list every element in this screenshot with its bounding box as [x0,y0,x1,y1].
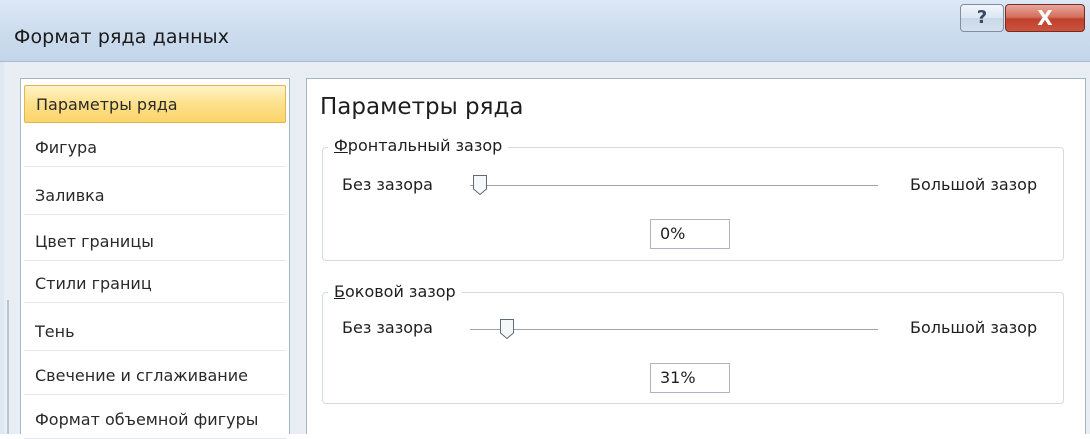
nav-item-label: Стили границ [35,274,152,293]
nav-item-shape[interactable]: Фигура [24,129,286,167]
help-button[interactable]: ? [960,4,1004,32]
nav-item-3d-format[interactable]: Формат объемной фигуры [24,401,286,439]
side-gap-min-label: Без зазора [342,318,433,337]
help-icon: ? [976,7,988,28]
front-gap-max-label: Большой зазор [910,175,1038,194]
nav-item-label: Тень [35,322,75,341]
side-gap-label-text: оковой зазор [344,282,456,301]
side-gap-max-label: Большой зазор [910,318,1038,337]
nav-item-label: Заливка [35,186,105,205]
nav-item-border-styles[interactable]: Стили границ [24,265,286,303]
nav-item-label: Свечение и сглаживание [35,366,248,385]
front-gap-mnemonic: Ф [334,136,348,155]
close-button[interactable]: X [1005,4,1085,32]
window-edge-line [7,300,9,434]
nav-item-label: Формат объемной фигуры [35,410,259,429]
title-bar: Формат ряда данных ? X [0,0,1090,62]
close-icon: X [1037,6,1053,30]
front-gap-min-label: Без зазора [342,175,433,194]
nav-item-label: Параметры ряда [36,95,178,114]
nav-item-border-color[interactable]: Цвет границы [24,223,286,261]
nav-item-fill[interactable]: Заливка [24,177,286,215]
side-gap-label: Боковой зазор [328,282,462,302]
front-gap-label: Фронтальный зазор [328,136,509,156]
nav-item-series-options[interactable]: Параметры ряда [24,85,286,123]
side-gap-slider-thumb[interactable] [499,318,515,340]
front-gap-slider-thumb[interactable] [472,174,488,196]
window-title: Формат ряда данных [14,26,230,48]
nav-item-shadow[interactable]: Тень [24,313,286,351]
nav-item-glow-soft-edges[interactable]: Свечение и сглаживание [24,357,286,395]
panel-title: Параметры ряда [320,94,524,120]
side-gap-value-input[interactable]: 31% [650,363,730,393]
nav-item-label: Цвет границы [35,232,154,251]
front-gap-value-input[interactable]: 0% [650,219,730,249]
front-gap-label-text: ронтальный зазор [347,136,503,155]
side-gap-mnemonic: Б [334,282,345,301]
category-list: Параметры ряда Фигура Заливка Цвет грани… [20,78,290,439]
nav-item-label: Фигура [35,138,98,157]
side-gap-slider-track[interactable] [470,329,878,330]
front-gap-slider-track[interactable] [470,185,878,186]
